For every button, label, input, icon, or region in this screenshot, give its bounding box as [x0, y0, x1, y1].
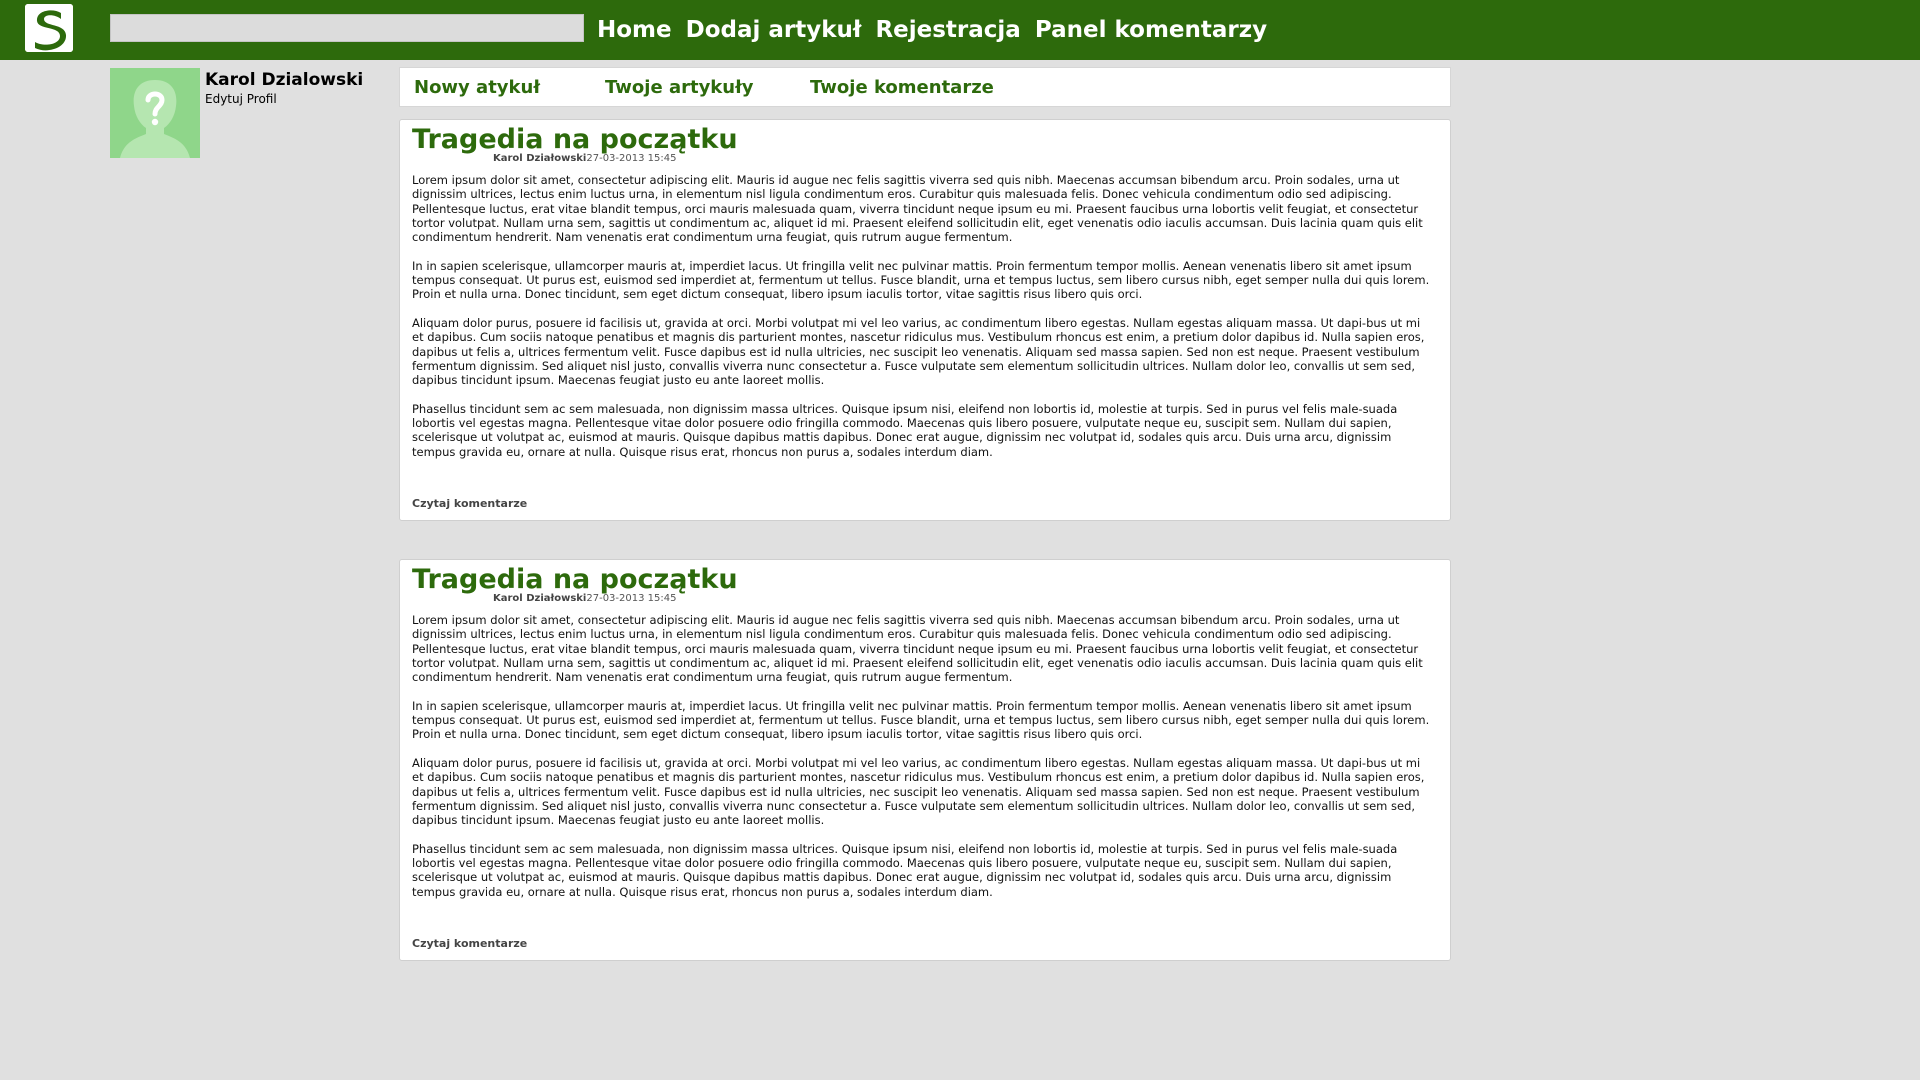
- unknown-user-icon: [110, 68, 200, 158]
- article-paragraph: Lorem ipsum dolor sit amet, consectetur …: [412, 613, 1423, 685]
- article-paragraph: Phasellus tincidunt sem ac sem malesuada…: [412, 401, 1398, 459]
- your-comments-link[interactable]: Twoje komentarze: [810, 77, 994, 98]
- nav-register-link[interactable]: Rejestracja: [875, 14, 1020, 46]
- nav-comments-panel-link[interactable]: Panel komentarzy: [1035, 14, 1267, 46]
- article-paragraph: Aliquam dolor purus, posuere id facilisi…: [412, 755, 1425, 828]
- article-paragraph: Aliquam dolor purus, posuere id facilisi…: [412, 315, 1425, 388]
- article-author[interactable]: Karol Działowski: [493, 593, 586, 604]
- your-articles-link[interactable]: Twoje artykuły: [605, 77, 754, 98]
- edit-profile-link[interactable]: Edytuj Profil: [205, 92, 277, 106]
- site-logo[interactable]: [25, 4, 73, 52]
- article-meta: Karol Działowski27-03-2013 15:45: [493, 153, 676, 164]
- article-meta: Karol Działowski27-03-2013 15:45: [493, 593, 676, 604]
- article-title[interactable]: Tragedia na początku: [412, 124, 738, 155]
- profile-name: Karol Dzialowski: [205, 70, 364, 90]
- article-paragraph: In in sapien scelerisque, ullamcorper ma…: [412, 258, 1430, 302]
- article-title[interactable]: Tragedia na początku: [412, 564, 738, 595]
- read-comments-link[interactable]: Czytaj komentarze: [412, 497, 527, 510]
- search-input[interactable]: [110, 14, 584, 42]
- article-date: 27-03-2013 15:45: [586, 153, 677, 164]
- article-card: Tragedia na początku Karol Działowski27-…: [399, 119, 1451, 521]
- avatar[interactable]: [110, 68, 200, 158]
- read-comments-link[interactable]: Czytaj komentarze: [412, 937, 527, 950]
- article-card: Tragedia na początku Karol Działowski27-…: [399, 559, 1451, 961]
- article-date: 27-03-2013 15:45: [586, 593, 677, 604]
- top-navigation-bar: Home Dodaj artykuł Rejestracja Panel kom…: [0, 0, 1920, 60]
- user-subnav: Nowy atykuł Twoje artykuły Twoje komenta…: [399, 67, 1451, 107]
- article-paragraph: Phasellus tincidunt sem ac sem malesuada…: [412, 841, 1398, 899]
- s-logo-icon: [25, 4, 73, 52]
- article-body: Lorem ipsum dolor sit amet, consectetur …: [412, 613, 1432, 913]
- nav-home-link[interactable]: Home: [597, 14, 672, 46]
- article-paragraph: Lorem ipsum dolor sit amet, consectetur …: [412, 173, 1423, 245]
- new-article-link[interactable]: Nowy atykuł: [414, 77, 540, 98]
- article-paragraph: In in sapien scelerisque, ullamcorper ma…: [412, 698, 1430, 742]
- main-menu: Home Dodaj artykuł Rejestracja Panel kom…: [597, 14, 1267, 46]
- nav-add-article-link[interactable]: Dodaj artykuł: [686, 14, 862, 46]
- article-body: Lorem ipsum dolor sit amet, consectetur …: [412, 173, 1432, 473]
- article-author[interactable]: Karol Działowski: [493, 153, 586, 164]
